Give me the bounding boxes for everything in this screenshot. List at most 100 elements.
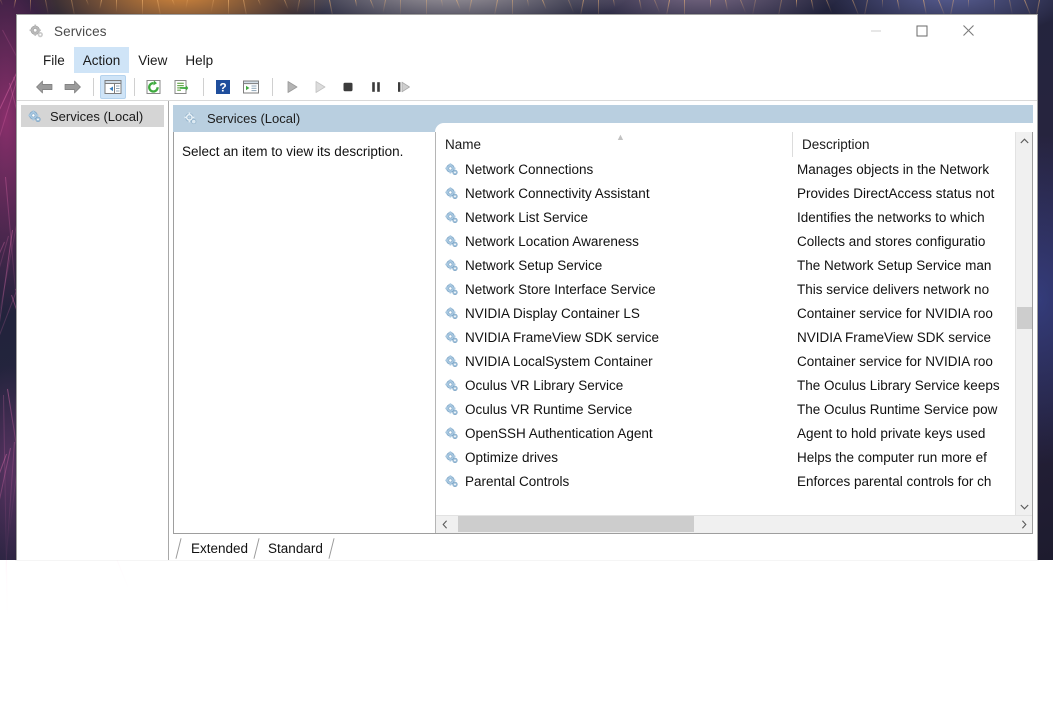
service-name-label: NVIDIA Display Container LS bbox=[465, 305, 640, 321]
banner-title: Services (Local) bbox=[207, 111, 301, 126]
sidebar-item-services-local[interactable]: Services (Local) bbox=[21, 105, 164, 127]
tab-divider bbox=[175, 538, 182, 559]
firework-streak bbox=[116, 0, 117, 12]
service-name-label: Optimize drives bbox=[465, 449, 559, 465]
service-description-cell: Container service for NVIDIA roo bbox=[797, 353, 993, 369]
refresh-icon[interactable] bbox=[141, 75, 167, 99]
toolbar-separator bbox=[134, 77, 135, 96]
chevron-up-icon[interactable] bbox=[1016, 132, 1033, 149]
menu-item-file[interactable]: File bbox=[34, 47, 74, 73]
vertical-scrollbar-thumb[interactable] bbox=[1017, 307, 1032, 329]
properties-icon[interactable] bbox=[238, 75, 264, 99]
table-row[interactable]: Parental Controls Enforces parental contr… bbox=[436, 469, 1015, 493]
horizontal-scrollbar-thumb[interactable] bbox=[458, 516, 694, 532]
vertical-scrollbar[interactable] bbox=[1015, 132, 1032, 515]
table-row[interactable]: NVIDIA LocalSystem Container Container se… bbox=[436, 349, 1015, 373]
firework-streak bbox=[258, 0, 262, 6]
title-bar[interactable]: Services bbox=[17, 15, 1037, 47]
service-description-cell: The Oculus Runtime Service pow bbox=[797, 401, 998, 417]
menu-item-view[interactable]: View bbox=[129, 47, 176, 73]
table-row[interactable]: Network Connections Manages objects in th… bbox=[436, 157, 1015, 181]
restart-service-icon[interactable] bbox=[391, 75, 417, 99]
services-gear-icon bbox=[444, 186, 459, 201]
table-row[interactable]: Optimize drives Helps the computer run mo… bbox=[436, 445, 1015, 469]
firework-streak bbox=[1009, 0, 1013, 15]
services-gear-icon bbox=[444, 162, 459, 177]
chevron-down-icon[interactable] bbox=[1016, 498, 1033, 515]
service-name-label: Network Location Awareness bbox=[465, 233, 639, 249]
horizontal-scrollbar[interactable] bbox=[436, 515, 1032, 533]
column-header-name[interactable]: Name ▲ bbox=[436, 132, 792, 157]
forward-icon[interactable] bbox=[59, 75, 85, 99]
services-gear-icon bbox=[444, 258, 459, 273]
view-tabs: Extended Standard bbox=[173, 534, 1033, 560]
chevron-left-icon[interactable] bbox=[436, 516, 453, 532]
menu-item-action[interactable]: Action bbox=[73, 47, 130, 73]
firework-streak bbox=[826, 0, 833, 14]
firework-streak bbox=[3, 394, 8, 620]
stop-service-icon[interactable] bbox=[335, 75, 361, 99]
table-row[interactable]: Network Connectivity Assistant Provides D… bbox=[436, 181, 1015, 205]
service-description-cell: Container service for NVIDIA roo bbox=[797, 305, 993, 321]
start-service-icon[interactable] bbox=[279, 75, 305, 99]
table-row[interactable]: Network List Service Identifies the netwo… bbox=[436, 205, 1015, 229]
firework-streak bbox=[542, 0, 547, 10]
service-rows: Network Connections Manages objects in th… bbox=[436, 157, 1015, 515]
firework-streak bbox=[210, 0, 214, 13]
table-row[interactable]: Oculus VR Library Service The Oculus Libr… bbox=[436, 373, 1015, 397]
maximize-icon[interactable] bbox=[899, 15, 945, 46]
back-icon[interactable] bbox=[31, 75, 57, 99]
service-name-label: NVIDIA FrameView SDK service bbox=[465, 329, 660, 345]
services-gear-icon bbox=[444, 354, 459, 369]
table-row[interactable]: OpenSSH Authentication Agent Agent to hol… bbox=[436, 421, 1015, 445]
services-list-view: Name ▲ Description Network Connections Ma… bbox=[436, 132, 1032, 533]
firework-streak bbox=[613, 0, 616, 7]
help-icon[interactable]: ? bbox=[210, 75, 236, 99]
service-name-label: Oculus VR Runtime Service bbox=[465, 401, 633, 417]
column-header-description[interactable]: Description bbox=[792, 132, 1015, 157]
show-hide-console-tree-icon[interactable] bbox=[100, 74, 126, 99]
firework-streak bbox=[710, 0, 711, 8]
firework-streak bbox=[796, 0, 797, 8]
table-row[interactable]: NVIDIA Display Container LS Container ser… bbox=[436, 301, 1015, 325]
table-row[interactable]: Network Store Interface Service This serv… bbox=[436, 277, 1015, 301]
minimize-icon[interactable] bbox=[853, 15, 899, 46]
service-description-cell: Identifies the networks to which bbox=[797, 209, 985, 225]
close-icon[interactable] bbox=[945, 15, 991, 46]
pause-service-icon[interactable] bbox=[363, 75, 389, 99]
column-header-row: Name ▲ Description bbox=[436, 132, 1015, 157]
service-name-label: Network Store Interface Service bbox=[465, 281, 656, 297]
list-columns-area: Name ▲ Description Network Connections Ma… bbox=[436, 132, 1015, 515]
resume-service-icon[interactable] bbox=[307, 75, 333, 99]
services-gear-icon bbox=[444, 402, 459, 417]
service-name-cell: Parental Controls bbox=[436, 474, 792, 489]
table-row[interactable]: Network Location Awareness Collects and s… bbox=[436, 229, 1015, 253]
menu-item-help[interactable]: Help bbox=[176, 47, 222, 73]
service-name-cell: Optimize drives bbox=[436, 450, 792, 465]
table-row[interactable]: NVIDIA FrameView SDK service NVIDIA Frame… bbox=[436, 325, 1015, 349]
firework-streak bbox=[968, 0, 969, 8]
service-name-label: Network Connectivity Assistant bbox=[465, 185, 650, 201]
service-name-cell: Network Location Awareness bbox=[436, 234, 792, 249]
service-description-cell: The Oculus Library Service keeps bbox=[797, 377, 1000, 393]
description-pane: Select an item to view its description. bbox=[174, 132, 436, 533]
toolbar-separator bbox=[272, 77, 273, 96]
service-name-label: Parental Controls bbox=[465, 473, 570, 489]
service-name-cell: Network Connectivity Assistant bbox=[436, 186, 792, 201]
service-name-cell: OpenSSH Authentication Agent bbox=[436, 426, 792, 441]
toolbar-separator bbox=[93, 77, 94, 96]
firework-streak bbox=[456, 0, 461, 10]
service-description-cell: Collects and stores configuratio bbox=[797, 233, 986, 249]
window-body: Services (Local) Services (Local) Select… bbox=[17, 101, 1037, 560]
firework-streak bbox=[740, 0, 747, 14]
table-row[interactable]: Oculus VR Runtime Service The Oculus Runt… bbox=[436, 397, 1015, 421]
table-row[interactable]: Network Setup Service The Network Setup S… bbox=[436, 253, 1015, 277]
chevron-right-icon[interactable] bbox=[1015, 516, 1032, 532]
export-list-icon[interactable] bbox=[169, 75, 195, 99]
services-gear-icon bbox=[444, 306, 459, 321]
tab-extended[interactable]: Extended bbox=[175, 536, 260, 560]
tab-standard[interactable]: Standard bbox=[254, 536, 335, 560]
firework-streak bbox=[296, 0, 300, 13]
sort-ascending-icon: ▲ bbox=[616, 132, 625, 142]
banner-tab-notch bbox=[435, 123, 1033, 132]
